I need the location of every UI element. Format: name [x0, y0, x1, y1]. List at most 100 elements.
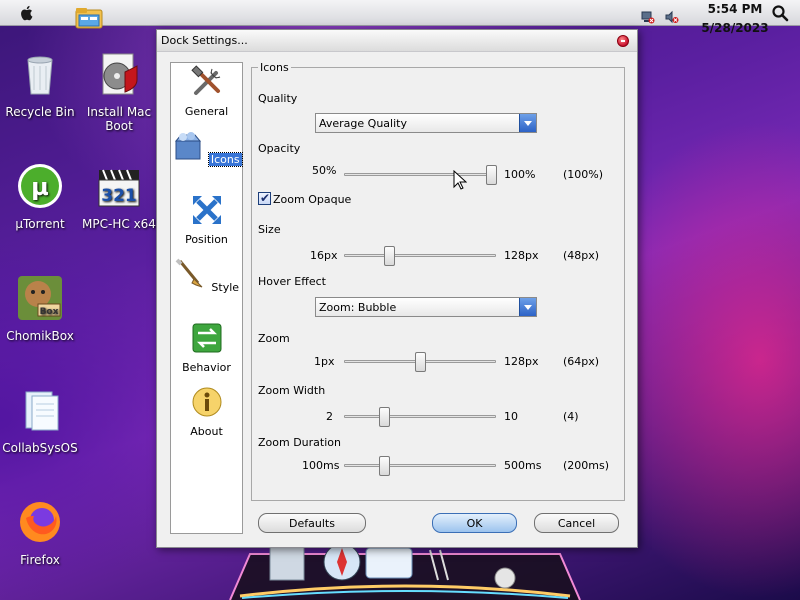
cancel-button[interactable]: Cancel — [534, 513, 619, 533]
desktop-icon-label: Firefox — [20, 553, 60, 567]
apple-icon[interactable] — [18, 4, 36, 22]
dock-app-icon[interactable] — [269, 545, 305, 581]
clock-time[interactable]: 5:54 PM — [700, 2, 770, 16]
chevron-down-icon[interactable] — [519, 298, 536, 316]
search-icon[interactable] — [771, 4, 789, 22]
settings-nav: General Icons Position Style Behavior Ab… — [170, 62, 243, 534]
nav-label: About — [190, 425, 223, 438]
zoom-width-max: 10 — [504, 410, 518, 423]
dock[interactable] — [200, 540, 610, 600]
nav-label: Behavior — [182, 361, 231, 374]
zoom-duration-current: (200ms) — [563, 459, 610, 472]
zoom-width-slider-thumb[interactable] — [379, 407, 390, 427]
desktop-icon-chomikbox[interactable]: Box ChomikBox — [0, 274, 80, 343]
dock-settings-dialog: Dock Settings... General Icons Position … — [156, 29, 638, 548]
utorrent-icon: µ — [18, 164, 62, 208]
paintbrush-icon — [175, 258, 203, 288]
nav-label: Icons — [207, 152, 243, 167]
zoom-opaque-label[interactable]: Zoom Opaque — [273, 193, 351, 206]
zoom-slider[interactable] — [344, 352, 496, 372]
desktop-icon-collabsysos[interactable]: CollabSysOS — [0, 386, 80, 455]
nav-item-general[interactable]: General — [171, 63, 242, 125]
svg-text:Box: Box — [40, 307, 59, 317]
dock-window-icon[interactable] — [365, 547, 413, 579]
mpc-hc-icon: 321 — [98, 169, 140, 207]
dock-disk-icon[interactable] — [494, 567, 516, 589]
zoom-label: Zoom — [258, 332, 290, 345]
dialog-titlebar[interactable]: Dock Settings... — [157, 30, 637, 52]
quality-label: Quality — [258, 92, 298, 105]
volume-muted-icon[interactable] — [665, 10, 679, 24]
install-disk-icon — [102, 53, 138, 95]
zoom-duration-slider[interactable] — [344, 456, 496, 476]
chomikbox-icon: Box — [18, 276, 62, 320]
opacity-min: 50% — [312, 164, 337, 177]
desktop-icon-label: MPC-HC x64 — [82, 217, 156, 231]
close-icon[interactable] — [617, 35, 629, 47]
zoom-max: 128px — [504, 355, 539, 368]
nav-item-position[interactable]: Position — [171, 191, 242, 253]
zoom-min: 1px — [314, 355, 335, 368]
nav-label: General — [184, 105, 229, 118]
dialog-title: Dock Settings... — [161, 34, 248, 47]
desktop-icon-label: CollabSysOS — [2, 441, 78, 455]
desktop-icon-label: µTorrent — [15, 217, 65, 231]
icons-settings-panel: Icons Quality Average Quality Opacity 50… — [251, 61, 625, 501]
quality-value: Average Quality — [319, 117, 407, 130]
ok-button[interactable]: OK — [432, 513, 517, 533]
zoom-duration-slider-thumb[interactable] — [379, 456, 390, 476]
opacity-current: (100%) — [563, 168, 604, 181]
icons-box-icon — [175, 132, 202, 160]
desktop-icon-utorrent[interactable]: µ µTorrent — [0, 162, 80, 231]
desktop-icon-label: Install Mac Boot — [86, 105, 152, 133]
recycle-bin-icon — [27, 56, 53, 95]
desktop-icon-recycle-bin[interactable]: Recycle Bin — [0, 50, 80, 119]
zoom-width-slider[interactable] — [344, 407, 496, 427]
nav-label: Position — [185, 233, 228, 246]
opacity-slider[interactable] — [344, 165, 497, 185]
zoom-duration-label: Zoom Duration — [258, 436, 341, 449]
tools-icon — [190, 65, 220, 95]
nav-item-style[interactable]: Style — [171, 255, 242, 317]
size-min: 16px — [310, 249, 338, 262]
nav-label: Style — [211, 281, 240, 294]
size-slider[interactable] — [344, 246, 496, 266]
zoom-width-current: (4) — [563, 410, 579, 423]
zoom-opaque-checkbox[interactable] — [258, 191, 271, 205]
svg-text:µ: µ — [31, 173, 49, 201]
panel-legend: Icons — [258, 61, 291, 74]
nav-item-behavior[interactable]: Behavior — [171, 319, 242, 381]
size-current: (48px) — [563, 249, 600, 262]
quality-select[interactable]: Average Quality — [315, 113, 537, 133]
hover-effect-label: Hover Effect — [258, 275, 326, 288]
mouse-cursor-icon — [453, 170, 467, 190]
hover-effect-value: Zoom: Bubble — [319, 301, 397, 314]
size-label: Size — [258, 223, 281, 236]
network-icon[interactable] — [641, 10, 655, 24]
svg-text:321: 321 — [101, 186, 137, 206]
clock-date[interactable]: 5/28/2023 — [700, 21, 770, 35]
position-arrows-icon — [192, 196, 221, 224]
menu-bar: 5:54 PM 5/28/2023 — [0, 0, 800, 35]
chevron-down-icon[interactable] — [519, 114, 536, 132]
firefox-icon — [20, 502, 60, 542]
zoom-slider-thumb[interactable] — [415, 352, 426, 372]
file-explorer-icon[interactable] — [74, 4, 104, 32]
opacity-slider-thumb[interactable] — [485, 165, 497, 185]
documents-icon — [25, 391, 59, 431]
size-slider-thumb[interactable] — [383, 246, 395, 266]
size-max: 128px — [504, 249, 539, 262]
nav-item-icons[interactable]: Icons — [171, 127, 243, 189]
zoom-duration-min: 100ms — [302, 459, 340, 472]
nav-item-about[interactable]: About — [171, 383, 242, 445]
desktop-icon-firefox[interactable]: Firefox — [0, 498, 80, 567]
behavior-arrows-icon — [192, 323, 221, 353]
defaults-button[interactable]: Defaults — [258, 513, 366, 533]
opacity-max: 100% — [504, 168, 536, 181]
info-icon — [192, 387, 221, 417]
hover-effect-select[interactable]: Zoom: Bubble — [315, 297, 537, 317]
zoom-width-min: 2 — [326, 410, 333, 423]
desktop-icon-mpc-hc[interactable]: 321 MPC-HC x64 — [79, 162, 159, 231]
opacity-label: Opacity — [258, 142, 301, 155]
desktop-icon-install-mac-boot[interactable]: Install Mac Boot — [79, 50, 159, 133]
